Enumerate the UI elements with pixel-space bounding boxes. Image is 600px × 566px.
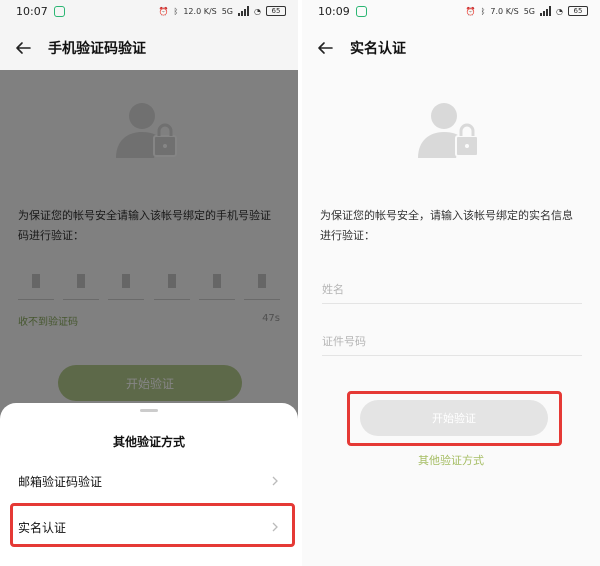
wifi-icon: ◔: [254, 6, 261, 16]
name-input-placeholder: 姓名: [322, 283, 344, 296]
title-bar: 手机验证码验证: [0, 28, 298, 68]
arrow-left-icon[interactable]: [14, 39, 32, 57]
sheet-title: 其他验证方式: [112, 435, 185, 449]
network-type: 5G: [221, 6, 234, 16]
status-bar: 10:09 ⏰ ᛒ 7.0 K/S 5G ◔ 65: [302, 0, 600, 22]
status-time: 10:07: [16, 4, 48, 18]
alarm-icon: ⏰: [465, 6, 476, 16]
network-speed: 7.0 K/S: [490, 6, 519, 16]
highlight-box: [10, 503, 295, 547]
highlight-box: [347, 391, 562, 446]
id-number-input[interactable]: 证件号码: [322, 326, 582, 356]
signal-icon: [238, 6, 250, 16]
wifi-icon: ◔: [556, 6, 563, 16]
page-title: 实名认证: [350, 41, 406, 57]
sheet-drag-handle[interactable]: [140, 409, 158, 412]
phone-screen-right: 10:09 ⏰ ᛒ 7.0 K/S 5G ◔ 65 实名认证 为保证您的帐号安全…: [302, 0, 600, 566]
status-icons: ⏰ ᛒ 12.0 K/S 5G ◔ 65: [159, 6, 286, 16]
alarm-icon: ⏰: [158, 6, 169, 16]
phone-screen-left: 10:07 ⏰ ᛒ 12.0 K/S 5G ◔ 65 手机验证码验证 为保证您的…: [0, 0, 298, 566]
title-bar: 实名认证: [302, 28, 600, 68]
signal-icon: [540, 6, 552, 16]
network-type: 5G: [523, 6, 536, 16]
other-methods-link[interactable]: 其他验证方式: [302, 452, 600, 468]
app-notification-icon: [53, 5, 65, 17]
name-input[interactable]: 姓名: [322, 274, 582, 304]
status-bar: 10:07 ⏰ ᛒ 12.0 K/S 5G ◔ 65: [0, 0, 298, 22]
battery-icon: 65: [568, 6, 588, 16]
app-notification-icon: [355, 5, 367, 17]
chevron-right-icon: [272, 476, 278, 486]
user-lock-icon: [418, 103, 479, 158]
arrow-left-icon[interactable]: [316, 39, 334, 57]
battery-icon: 65: [266, 6, 286, 16]
bluetooth-icon: ᛒ: [173, 6, 179, 16]
id-number-input-placeholder: 证件号码: [322, 335, 366, 348]
verification-description: 为保证您的帐号安全，请输入该帐号绑定的实名信息进行验证：: [320, 209, 573, 242]
page-title: 手机验证码验证: [48, 41, 146, 57]
network-speed: 12.0 K/S: [183, 6, 217, 16]
sheet-item-email-code[interactable]: 邮箱验证码验证: [18, 461, 280, 501]
sheet-item-label: 邮箱验证码验证: [18, 474, 103, 489]
status-time: 10:09: [318, 4, 350, 18]
status-icons: ⏰ ᛒ 7.0 K/S 5G ◔ 65: [466, 6, 588, 16]
bluetooth-icon: ᛒ: [480, 6, 486, 16]
